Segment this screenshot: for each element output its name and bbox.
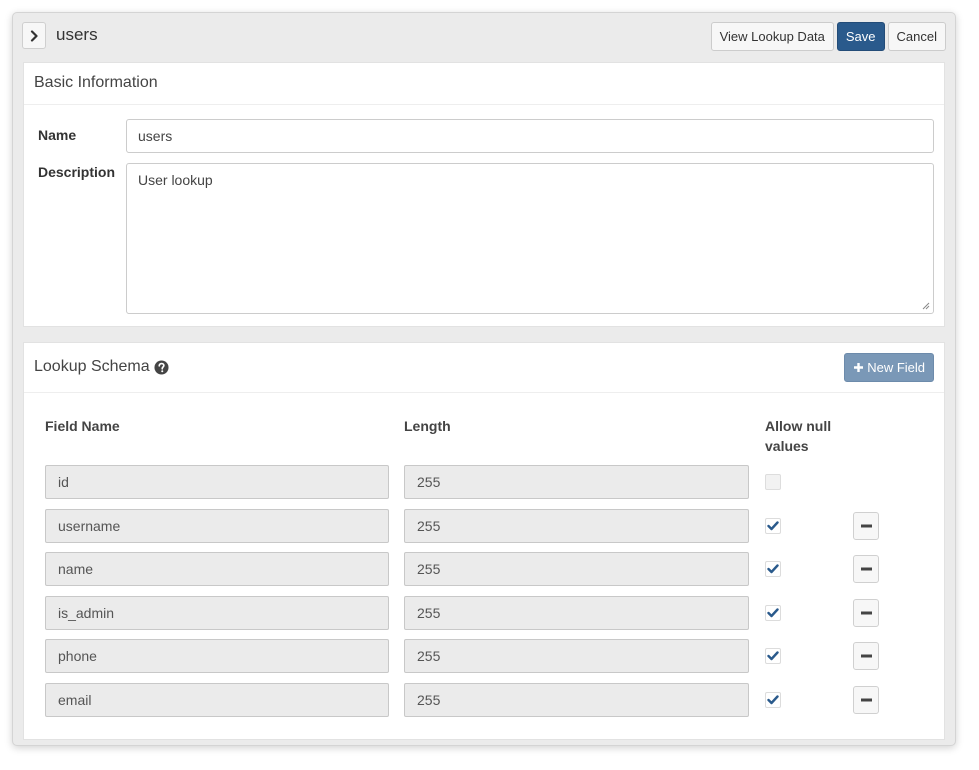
field-name-input[interactable]: email (45, 683, 389, 717)
minus-icon (860, 611, 872, 615)
remove-field-button[interactable] (853, 642, 879, 670)
description-textarea[interactable]: User lookup (126, 163, 934, 314)
view-lookup-data-button[interactable]: View Lookup Data (710, 22, 834, 51)
length-input[interactable]: 255 (404, 639, 749, 673)
lookup-schema-title: Lookup Schema (34, 358, 150, 375)
description-value: User lookup (138, 172, 213, 188)
minus-icon (860, 524, 872, 528)
field-name-input[interactable]: id (45, 465, 389, 499)
length-input[interactable]: 255 (404, 552, 749, 586)
allow-null-checkbox[interactable] (765, 648, 781, 664)
allow-null-checkbox[interactable] (765, 518, 781, 534)
description-label: Description (38, 164, 116, 180)
checkmark-icon (767, 695, 779, 705)
checkmark-icon (767, 651, 779, 661)
field-name-input[interactable]: name (45, 552, 389, 586)
remove-field-button[interactable] (853, 686, 879, 714)
allow-null-checkbox[interactable] (765, 605, 781, 621)
basic-information-heading: Basic Information (24, 63, 944, 105)
header-actions: View Lookup Data Save Cancel (710, 22, 946, 51)
remove-field-button[interactable] (853, 599, 879, 627)
length-input[interactable]: 255 (404, 596, 749, 630)
name-label: Name (38, 127, 77, 143)
resize-grip-icon[interactable] (922, 302, 930, 310)
new-field-label: New Field (867, 360, 925, 375)
basic-information-title: Basic Information (34, 74, 158, 91)
minus-icon (860, 567, 872, 571)
new-field-button[interactable]: New Field (844, 353, 934, 382)
allow-null-checkbox[interactable] (765, 561, 781, 577)
remove-field-button[interactable] (853, 555, 879, 583)
expand-button[interactable] (22, 22, 46, 49)
remove-field-button[interactable] (853, 512, 879, 540)
plus-icon (854, 363, 864, 372)
save-button[interactable]: Save (836, 22, 885, 51)
chevron-right-icon (30, 29, 38, 42)
field-name-input[interactable]: username (45, 509, 389, 543)
length-input[interactable]: 255 (404, 683, 749, 717)
allow-null-column-header: Allow null values (765, 418, 832, 454)
page-title: users (56, 25, 98, 44)
question-circle-icon[interactable] (154, 359, 169, 375)
checkmark-icon (767, 608, 779, 618)
minus-icon (860, 698, 872, 702)
cancel-button[interactable]: Cancel (887, 22, 946, 51)
lookup-editor-window: users View Lookup Data Save Cancel Basic… (12, 12, 956, 746)
field-name-input[interactable]: phone (45, 639, 389, 673)
name-input[interactable]: users (126, 119, 934, 153)
lookup-schema-title-group: Lookup Schema (34, 358, 169, 376)
allow-null-checkbox[interactable] (765, 692, 781, 708)
length-column-header: Length (404, 418, 451, 434)
checkmark-icon (767, 564, 779, 574)
length-input[interactable]: 255 (404, 509, 749, 543)
length-input[interactable]: 255 (404, 465, 749, 499)
editor-header: users View Lookup Data Save Cancel (22, 22, 946, 52)
checkmark-icon (767, 521, 779, 531)
allow-null-checkbox[interactable] (765, 474, 781, 490)
field-name-input[interactable]: is_admin (45, 596, 389, 630)
field-name-column-header: Field Name (45, 418, 120, 434)
basic-information-panel: Basic Information Name users Description… (23, 62, 945, 327)
minus-icon (860, 654, 872, 658)
lookup-schema-panel: Lookup Schema New Field Field Name Lengt… (23, 342, 945, 740)
lookup-schema-heading: Lookup Schema New Field (24, 343, 944, 393)
